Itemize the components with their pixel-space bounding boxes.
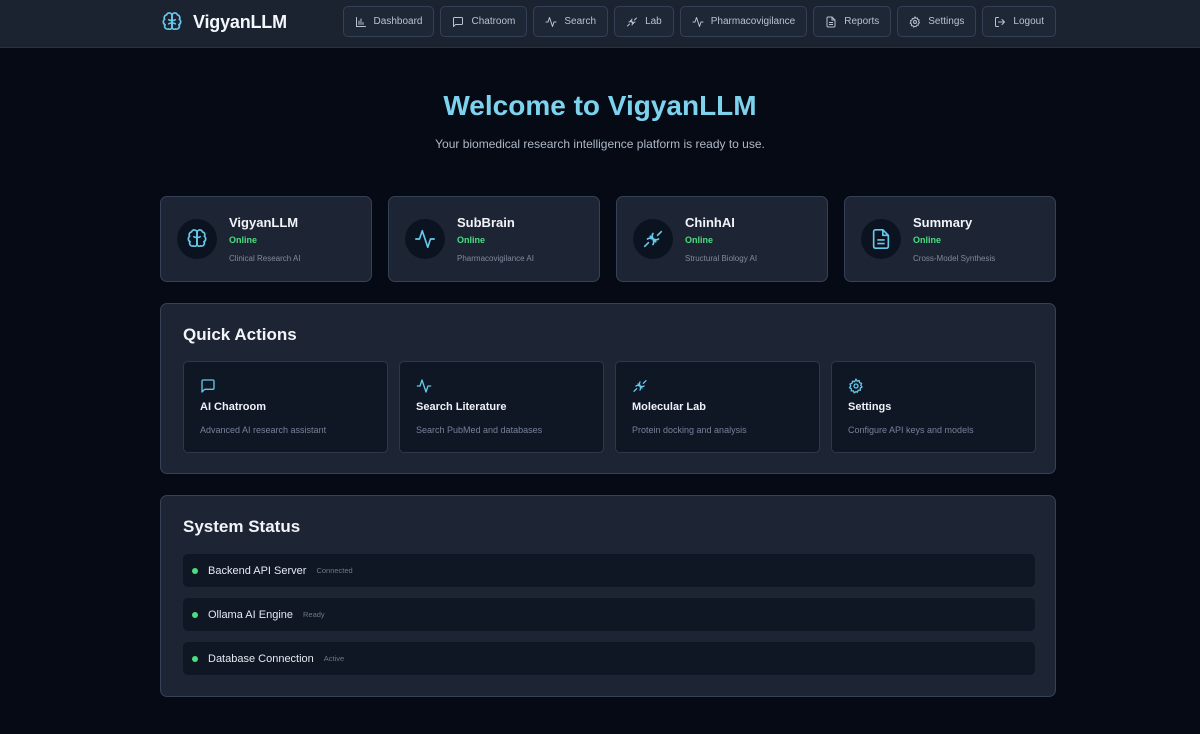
model-info: ChinhAI Online Structural Biology AI <box>685 215 757 263</box>
nav-lab-button[interactable]: Lab <box>614 6 674 37</box>
dna-icon <box>643 230 663 248</box>
model-description: Structural Biology AI <box>685 254 758 263</box>
nav-pharmacovigilance-button[interactable]: Pharmacovigilance <box>679 6 808 37</box>
brand[interactable]: VigyanLLM <box>161 10 287 34</box>
quick-action-name: Search Literature <box>416 401 507 413</box>
nav-search-button[interactable]: Search <box>533 6 609 37</box>
nav-chatroom-button[interactable]: Chatroom <box>440 6 528 37</box>
nav-settings-button[interactable]: Settings <box>897 6 977 37</box>
status-state: Connected <box>316 566 353 575</box>
dna-icon <box>633 380 647 392</box>
nav-label: Pharmacovigilance <box>710 16 796 27</box>
model-description: Cross-Model Synthesis <box>913 254 996 263</box>
model-name: SubBrain <box>457 215 515 230</box>
model-card-subbrain[interactable]: SubBrain Online Pharmacovigilance AI <box>388 196 600 282</box>
nav-label: Dashboard <box>373 16 423 27</box>
nav-logout-button[interactable]: Logout <box>982 6 1056 37</box>
nav-label: Chatroom <box>471 16 516 27</box>
gear-icon <box>909 15 921 28</box>
status-service-name: Backend API Server <box>208 564 307 577</box>
status-indicator <box>192 655 198 662</box>
bar-chart-icon <box>355 16 366 27</box>
activity-icon <box>415 229 435 249</box>
brain-icon <box>187 229 207 248</box>
model-card-chinhai[interactable]: ChinhAI Online Structural Biology AI <box>616 196 828 282</box>
model-icon-wrap <box>861 219 901 259</box>
model-description: Clinical Research AI <box>229 254 301 263</box>
model-card-vigyanllm[interactable]: VigyanLLM Online Clinical Research AI <box>160 196 372 282</box>
quick-action-description: Configure API keys and models <box>848 425 974 435</box>
model-info: SubBrain Online Pharmacovigilance AI <box>457 215 534 263</box>
quick-action-description: Search PubMed and databases <box>416 425 543 435</box>
model-status: Online <box>685 235 714 245</box>
nav-label: Lab <box>645 16 662 27</box>
document-icon <box>872 229 890 249</box>
system-status-title: System Status <box>183 517 301 536</box>
activity-icon <box>416 379 432 393</box>
status-list: Backend API Server Connected Ollama AI E… <box>183 554 1035 686</box>
nav-label: Reports <box>844 16 880 27</box>
activity-icon <box>545 16 557 27</box>
quick-action-search-literature[interactable]: Search Literature Search PubMed and data… <box>399 361 604 453</box>
chat-icon <box>453 16 464 27</box>
page-subtitle: Your biomedical research intelligence pl… <box>435 137 765 151</box>
nav-reports-button[interactable]: Reports <box>813 6 892 37</box>
model-info: VigyanLLM Online Clinical Research AI <box>229 215 301 263</box>
page-title: Welcome to VigyanLLM <box>443 90 757 121</box>
quick-action-name: AI Chatroom <box>200 401 266 413</box>
quick-action-description: Protein docking and analysis <box>632 425 747 435</box>
quick-action-name: Settings <box>848 401 892 413</box>
main-nav: Dashboard Chatroom Search Lab Pharmacovi… <box>342 6 1056 37</box>
quick-action-ai-chatroom[interactable]: AI Chatroom Advanced AI research assista… <box>183 361 388 453</box>
status-state: Ready <box>303 610 325 619</box>
model-name: ChinhAI <box>685 215 735 230</box>
model-status: Online <box>913 235 942 245</box>
status-row-database: Database Connection Active <box>183 642 1035 675</box>
chat-icon <box>201 379 215 393</box>
quick-actions-panel: Quick Actions AI Chatroom Advanced AI re… <box>160 303 1056 474</box>
nav-label: Settings <box>928 16 965 27</box>
status-row-backend-api: Backend API Server Connected <box>183 554 1035 587</box>
status-indicator <box>192 567 198 574</box>
activity-icon <box>692 16 704 27</box>
quick-action-settings[interactable]: Settings Configure API keys and models <box>831 361 1036 453</box>
model-info: Summary Online Cross-Model Synthesis <box>913 215 995 263</box>
nav-dashboard-button[interactable]: Dashboard <box>342 6 435 37</box>
model-status: Online <box>457 235 486 245</box>
model-cards: VigyanLLM Online Clinical Research AI Su… <box>160 196 1056 282</box>
brain-icon <box>162 12 182 31</box>
quick-actions-title: Quick Actions <box>183 325 297 344</box>
model-card-summary[interactable]: Summary Online Cross-Model Synthesis <box>844 196 1056 282</box>
gear-icon <box>848 378 863 394</box>
status-row-ollama-engine: Ollama AI Engine Ready <box>183 598 1035 631</box>
quick-action-molecular-lab[interactable]: Molecular Lab Protein docking and analys… <box>615 361 820 453</box>
top-navigation-bar: VigyanLLM Dashboard Chatroom Search Lab … <box>0 0 1200 48</box>
quick-action-description: Advanced AI research assistant <box>200 425 327 435</box>
model-icon-wrap <box>177 219 217 259</box>
document-icon <box>826 16 836 27</box>
status-indicator <box>192 611 198 618</box>
model-icon-wrap <box>405 219 445 259</box>
quick-actions-grid: AI Chatroom Advanced AI research assista… <box>183 361 1036 453</box>
model-description: Pharmacovigilance AI <box>457 254 534 263</box>
brand-name: VigyanLLM <box>193 11 287 32</box>
model-status: Online <box>229 235 258 245</box>
logout-icon <box>995 16 1006 27</box>
status-service-name: Database Connection <box>208 652 314 665</box>
status-state: Active <box>323 654 345 663</box>
nav-label: Search <box>564 16 597 27</box>
system-status-panel: System Status Backend API Server Connect… <box>160 495 1056 697</box>
quick-action-name: Molecular Lab <box>632 401 706 413</box>
model-name: VigyanLLM <box>229 215 299 230</box>
dna-icon <box>627 17 638 26</box>
status-service-name: Ollama AI Engine <box>208 608 293 621</box>
model-icon-wrap <box>633 219 673 259</box>
nav-label: Logout <box>1013 16 1044 27</box>
model-name: Summary <box>913 215 973 230</box>
